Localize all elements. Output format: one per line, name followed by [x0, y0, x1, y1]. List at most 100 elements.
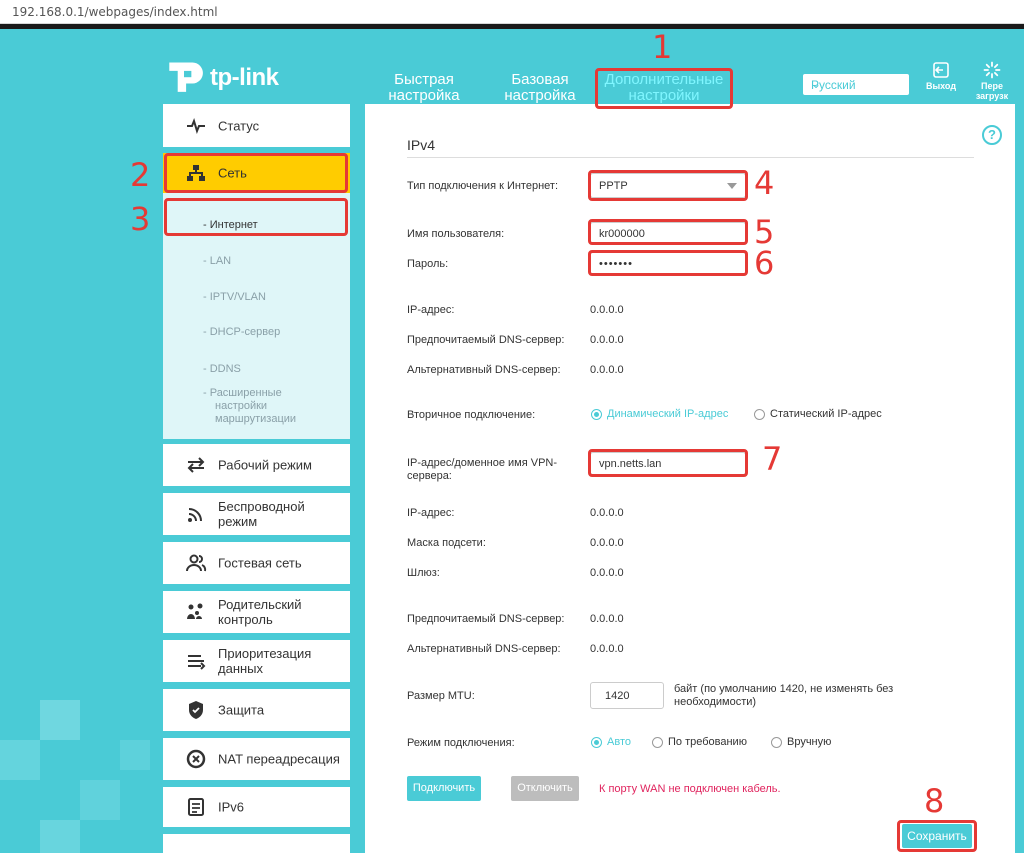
- browser-divider: [0, 24, 1024, 29]
- users-icon: [186, 554, 207, 572]
- annotation-number: 7: [762, 440, 783, 478]
- logout-label: Выход: [925, 81, 957, 91]
- submenu-routing-line2: настройки: [215, 400, 268, 412]
- sidebar-item-parental-control[interactable]: Родительский контроль: [163, 591, 350, 633]
- pulse-icon: [187, 117, 205, 134]
- url-text: 192.168.0.1/webpages/index.html: [12, 5, 218, 19]
- dns2-label: Альтернативный DNS-сервер:: [407, 364, 561, 376]
- vpn-label-line1: IP-адрес/доменное имя VPN-: [407, 457, 558, 469]
- annotation-box-password: [588, 250, 748, 276]
- qos-line1: Приоритезация: [218, 646, 312, 661]
- sidebar-item-next[interactable]: [163, 834, 350, 853]
- sidebar-item-label: NAT переадресация: [218, 751, 340, 767]
- sidebar-item-qos[interactable]: Приоритезация данных: [163, 640, 350, 682]
- sidebar-item-security[interactable]: Защита: [163, 689, 350, 731]
- submenu-routing-line3: маршрутизации: [215, 413, 297, 425]
- dns4-label: Альтернативный DNS-сервер:: [407, 643, 561, 655]
- password-label: Пароль:: [407, 258, 449, 270]
- secondary-label: Вторичное подключение:: [407, 409, 536, 421]
- sidebar-item-label: Беспроводной режим: [218, 499, 305, 529]
- reboot-label-line1: Пере: [981, 81, 1003, 91]
- decor-square: [40, 700, 80, 740]
- sidebar-item-nat[interactable]: NAT переадресация: [163, 738, 350, 780]
- dns1-value: 0.0.0.0: [590, 334, 624, 346]
- nat-forwarding-icon: [186, 749, 206, 769]
- annotation-number: 8: [924, 782, 945, 820]
- annotation-number: 2: [130, 156, 151, 194]
- sidebar-item-label: Рабочий режим: [218, 457, 312, 473]
- annotation-number: 6: [754, 244, 775, 282]
- annotation-box-vpn: [588, 449, 748, 477]
- section-divider: [407, 157, 974, 158]
- sidebar-item-label: Гостевая сеть: [218, 555, 302, 571]
- tab-quick-setup[interactable]: Быстрая настройка: [385, 72, 463, 104]
- annotation-box-internet: [164, 198, 348, 236]
- mode-manual-radio[interactable]: Вручную: [771, 736, 831, 748]
- parental-line1: Родительский: [218, 597, 302, 612]
- submenu-item-dhcp[interactable]: - DHCP-сервер: [203, 326, 280, 339]
- submenu-item-iptv[interactable]: - IPTV/VLAN: [203, 291, 266, 304]
- vpn-label-line2: сервера:: [407, 470, 452, 482]
- ip-label: IP-адрес:: [407, 304, 455, 316]
- wireless-line1: Беспроводной: [218, 499, 305, 514]
- language-select[interactable]: Русский ⌄: [802, 73, 910, 96]
- tab-basic[interactable]: Базовая настройка: [500, 72, 580, 104]
- radio-dot: [771, 736, 782, 748]
- mtu-input[interactable]: 1420: [590, 682, 664, 709]
- mode-demand-radio[interactable]: По требованию: [652, 736, 747, 748]
- submenu-item-lan[interactable]: - LAN: [203, 255, 231, 268]
- mode-auto-label: Авто: [607, 736, 631, 748]
- section-title: IPv4: [407, 137, 436, 153]
- wifi-icon: [188, 508, 202, 522]
- secondary-static-label: Статический IP-адрес: [770, 408, 882, 420]
- help-icon[interactable]: ?: [982, 125, 1002, 145]
- radio-dot: [591, 736, 602, 748]
- disconnect-button[interactable]: Отключить: [511, 776, 579, 801]
- mtu-label: Размер MTU:: [407, 690, 475, 702]
- decor-square: [120, 740, 150, 770]
- sidebar-item-operation-mode[interactable]: Рабочий режим: [163, 444, 350, 486]
- parental-line2: контроль: [218, 612, 273, 627]
- dns3-value: 0.0.0.0: [590, 613, 624, 625]
- annotation-box-conn-type: [588, 170, 748, 201]
- decor-square: [80, 780, 120, 820]
- radio-dot: [591, 408, 602, 420]
- mode-label: Режим подключения:: [407, 737, 515, 749]
- reboot-label-line2: загрузк: [975, 91, 1009, 101]
- annotation-number: 1: [652, 28, 673, 66]
- browser-address-bar[interactable]: 192.168.0.1/webpages/index.html: [0, 0, 1024, 24]
- secondary-static-radio[interactable]: Статический IP-адрес: [754, 408, 882, 420]
- mtu-hint: байт (по умолчанию 1420, не изменять без…: [674, 683, 893, 709]
- logout-button[interactable]: Выход: [924, 61, 958, 91]
- error-message: К порту WAN не подключен кабель.: [599, 783, 781, 795]
- connect-button[interactable]: Подключить: [407, 776, 481, 801]
- dns2-value: 0.0.0.0: [590, 364, 624, 376]
- sidebar-item-label: Родительский контроль: [218, 597, 302, 627]
- gateway-value: 0.0.0.0: [590, 567, 624, 579]
- mtu-value: 1420: [605, 689, 630, 702]
- annotation-box-advanced: [595, 68, 733, 109]
- sidebar-item-label: Статус: [218, 118, 260, 133]
- dns4-value: 0.0.0.0: [590, 643, 624, 655]
- reboot-button[interactable]: Пере загрузк: [974, 61, 1010, 101]
- secondary-dynamic-radio[interactable]: Динамический IP-адрес: [591, 408, 728, 420]
- mtu-hint-line2: необходимости): [674, 696, 757, 708]
- decor-square: [40, 820, 80, 853]
- submenu-routing-line1: - Расширенные: [203, 387, 282, 399]
- decor-square: [0, 740, 40, 780]
- annotation-box-save: [897, 820, 977, 852]
- username-label: Имя пользователя:: [407, 228, 505, 240]
- submenu-item-routing[interactable]: - Расширенные настройки маршрутизации: [203, 387, 296, 426]
- sidebar-item-guest-network[interactable]: Гостевая сеть: [163, 542, 350, 584]
- sidebar-item-ipv6[interactable]: IPv6: [163, 787, 350, 827]
- sidebar-item-wireless[interactable]: Беспроводной режим: [163, 493, 350, 535]
- mtu-hint-line1: байт (по умолчанию 1420, не изменять без: [674, 683, 894, 695]
- mode-demand-label: По требованию: [668, 736, 747, 748]
- sidebar-item-status[interactable]: Статус: [163, 104, 350, 147]
- tab-quick-setup-line2: настройка: [388, 87, 460, 104]
- priority-list-icon: [188, 655, 206, 670]
- document-icon: [188, 798, 204, 816]
- annotation-box-username: [588, 219, 748, 245]
- mode-auto-radio[interactable]: Авто: [591, 736, 631, 748]
- submenu-item-ddns[interactable]: - DDNS: [203, 363, 241, 376]
